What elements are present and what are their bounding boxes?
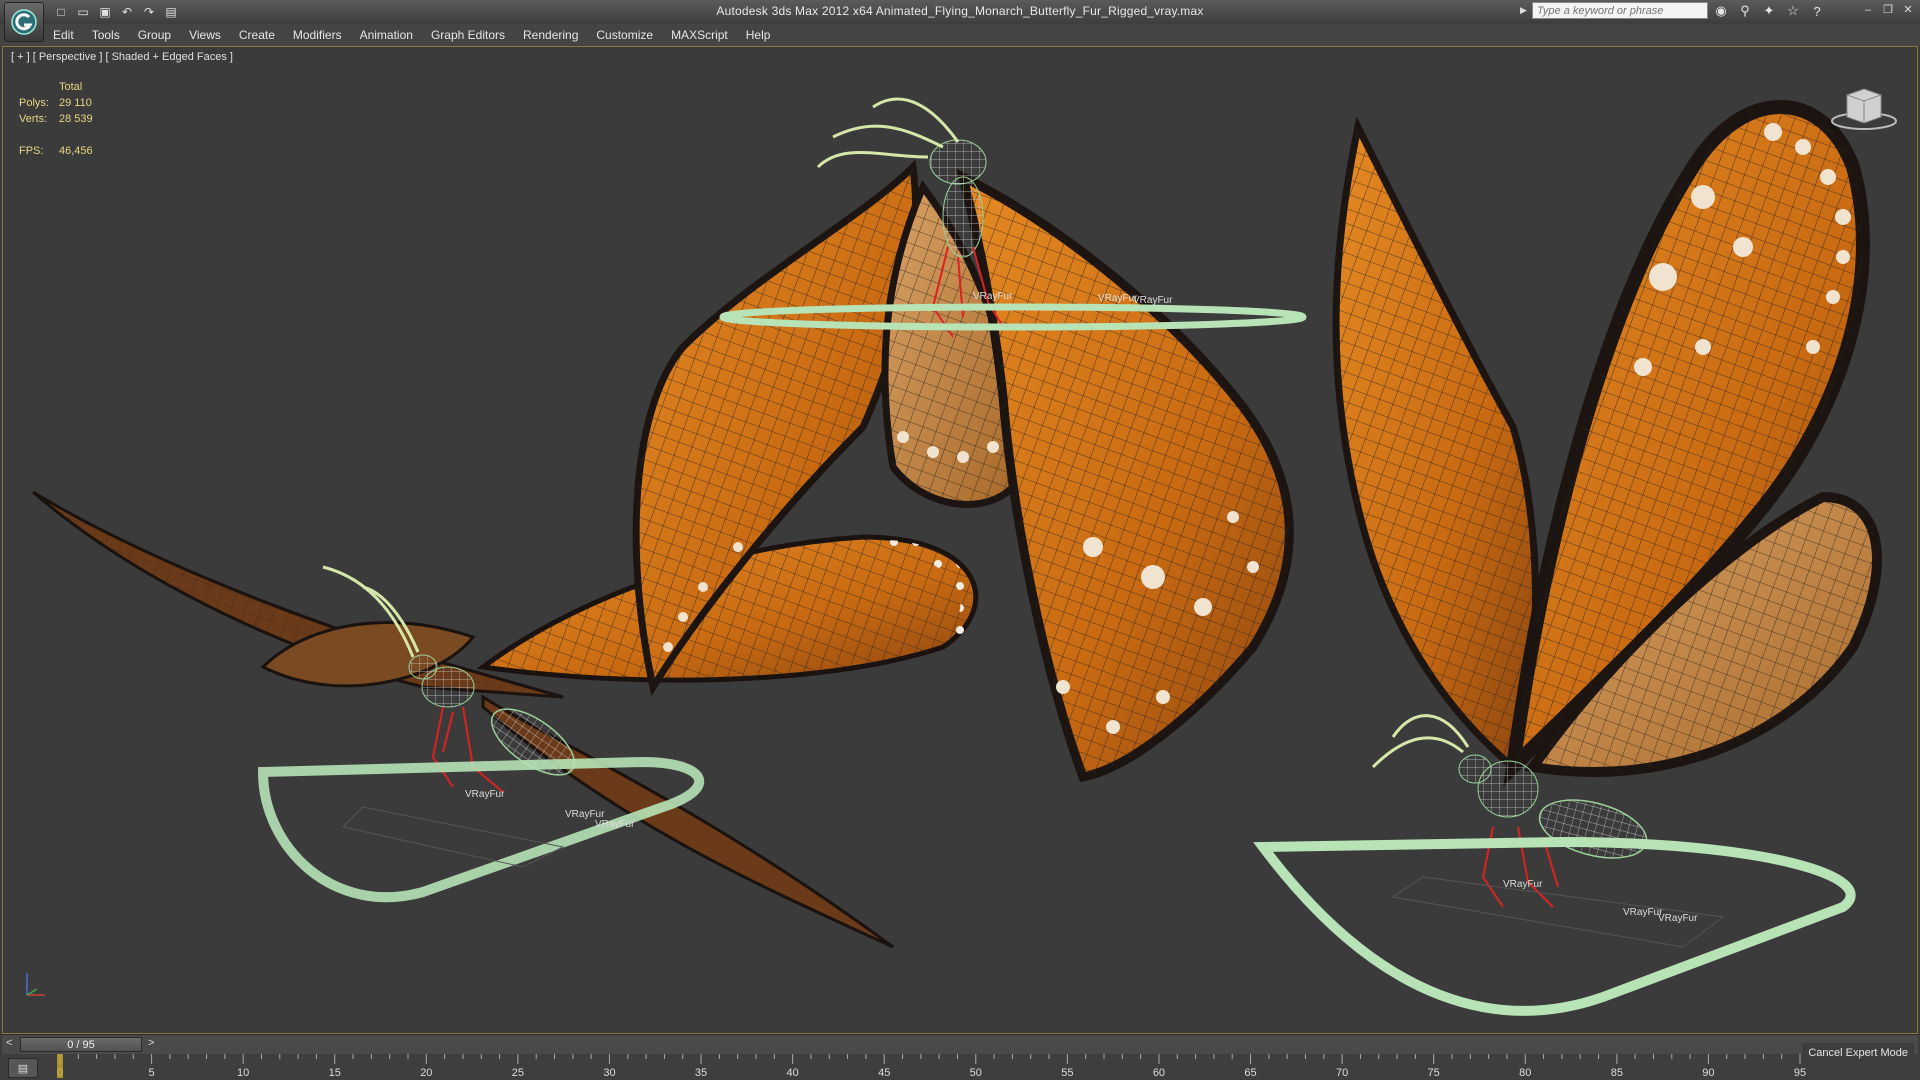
fur-label: VRayFur xyxy=(973,291,1013,302)
menu-create[interactable]: Create xyxy=(230,24,284,46)
subscription-key-icon[interactable]: ⚲ xyxy=(1736,2,1754,20)
minimize-icon[interactable]: – xyxy=(1860,2,1876,18)
frame-tick-label: 40 xyxy=(787,1067,799,1079)
time-slider[interactable]: < 0 / 95 > xyxy=(2,1034,1918,1055)
infocenter-toolbar: ◉ ⚲ ✦ ☆ ? xyxy=(1712,2,1826,20)
frame-tick-label: 45 xyxy=(878,1067,890,1079)
menu-group[interactable]: Group xyxy=(129,24,180,46)
title-bar: □ ▭ ▣ ↶ ↷ ▤ Autodesk 3ds Max 2012 x64 An… xyxy=(0,0,1920,25)
menu-rendering[interactable]: Rendering xyxy=(514,24,587,46)
frame-tick-label: 30 xyxy=(603,1067,615,1079)
frame-tick-label: 20 xyxy=(420,1067,432,1079)
fur-label: VRayFur xyxy=(595,819,635,830)
3dsmax-logo-icon xyxy=(11,9,37,35)
frame-ruler[interactable]: 05101520253035404550556065707580859095 xyxy=(48,1054,1808,1080)
trackbar[interactable]: ▤ 05101520253035404550556065707580859095 xyxy=(0,1054,1920,1080)
viewport-statistics: Total Polys: 29 110 Verts: 28 539 FPS: 46,4… xyxy=(19,81,93,161)
frame-tick-label: 10 xyxy=(237,1067,249,1079)
app-menu-button[interactable] xyxy=(4,2,44,42)
search-expand-icon[interactable]: ▶ xyxy=(1520,5,1527,16)
menu-animation[interactable]: Animation xyxy=(351,24,422,46)
frame-tick-label: 65 xyxy=(1244,1067,1256,1079)
help-icon[interactable]: ? xyxy=(1808,2,1826,20)
frame-tick-label: 85 xyxy=(1611,1067,1623,1079)
mini-curve-editor-icon[interactable]: ▤ xyxy=(8,1058,38,1078)
scene-render[interactable]: VRayFur VRayFur VRayFur VRayFur VRayFur … xyxy=(3,47,1918,1034)
close-icon[interactable]: ✕ xyxy=(1900,2,1916,18)
fur-label: VRayFur xyxy=(465,789,505,800)
menu-graph-editors[interactable]: Graph Editors xyxy=(422,24,514,46)
frame-tick-label: 50 xyxy=(970,1067,982,1079)
fur-label: VRayFur xyxy=(1503,879,1543,890)
menu-customize[interactable]: Customize xyxy=(587,24,662,46)
frame-tick-label: 95 xyxy=(1794,1067,1806,1079)
menu-bar: Edit Tools Group Views Create Modifiers … xyxy=(44,24,1920,46)
frame-tick-label: 25 xyxy=(512,1067,524,1079)
butterfly-left[interactable]: VRayFur VRayFur VRayFur xyxy=(32,490,979,949)
time-slider-thumb[interactable]: 0 / 95 xyxy=(20,1037,142,1052)
binoculars-icon[interactable]: ◉ xyxy=(1712,2,1730,20)
menu-edit[interactable]: Edit xyxy=(44,24,83,46)
restore-icon[interactable]: ❐ xyxy=(1880,2,1896,18)
butterfly-right[interactable]: VRayFur VRayFur VRayFur xyxy=(1253,100,1882,1016)
verts-label: Verts: xyxy=(19,113,48,125)
frame-tick-label: 15 xyxy=(329,1067,341,1079)
menu-maxscript[interactable]: MAXScript xyxy=(662,24,737,46)
current-frame-marker[interactable] xyxy=(57,1054,63,1078)
frame-tick-label: 60 xyxy=(1153,1067,1165,1079)
next-frame-button[interactable]: > xyxy=(148,1037,160,1052)
frame-tick-label: 35 xyxy=(695,1067,707,1079)
frame-tick-label: 55 xyxy=(1061,1067,1073,1079)
verts-value: 28 539 xyxy=(59,113,93,125)
frame-tick-label: 5 xyxy=(149,1067,155,1079)
frame-tick-label: 90 xyxy=(1702,1067,1714,1079)
favorites-star-icon[interactable]: ☆ xyxy=(1784,2,1802,20)
menu-views[interactable]: Views xyxy=(180,24,230,46)
window-controls: – ❐ ✕ xyxy=(1860,2,1916,18)
perspective-viewport[interactable]: VRayFur VRayFur VRayFur VRayFur VRayFur … xyxy=(2,46,1918,1034)
prev-frame-button[interactable]: < xyxy=(6,1037,18,1052)
axis-tripod-icon xyxy=(26,973,45,996)
frame-tick-label: 70 xyxy=(1336,1067,1348,1079)
fps-value: 46,456 xyxy=(59,145,93,157)
communication-icon[interactable]: ✦ xyxy=(1760,2,1778,20)
cancel-expert-mode-button[interactable]: Cancel Expert Mode xyxy=(1802,1043,1914,1063)
frame-tick-label: 75 xyxy=(1428,1067,1440,1079)
menu-help[interactable]: Help xyxy=(737,24,780,46)
polys-label: Polys: xyxy=(19,97,49,109)
polys-value: 29 110 xyxy=(59,97,92,109)
menu-tools[interactable]: Tools xyxy=(83,24,129,46)
menu-modifiers[interactable]: Modifiers xyxy=(284,24,351,46)
fur-label: VRayFur xyxy=(1658,913,1698,924)
search-input[interactable] xyxy=(1532,2,1708,19)
viewcube[interactable] xyxy=(1829,83,1899,133)
stats-header: Total xyxy=(59,81,83,93)
frame-tick-label: 80 xyxy=(1519,1067,1531,1079)
viewport-label[interactable]: [ + ] [ Perspective ] [ Shaded + Edged F… xyxy=(11,51,233,63)
fur-label: VRayFur xyxy=(1133,295,1173,306)
fps-label: FPS: xyxy=(19,145,44,157)
